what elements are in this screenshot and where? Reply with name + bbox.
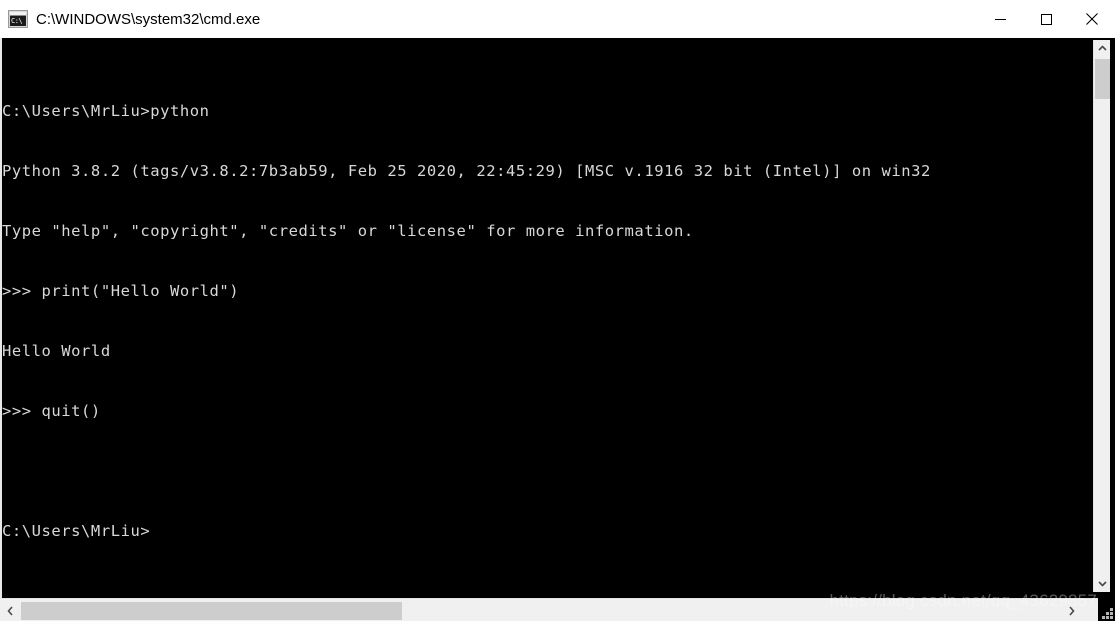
- console-line: >>> print("Hello World"): [2, 282, 240, 300]
- console-output-area[interactable]: C:\Users\MrLiu>python Python 3.8.2 (tags…: [2, 38, 1089, 595]
- console-line: Python 3.8.2 (tags/v3.8.2:7b3ab59, Feb 2…: [2, 162, 931, 180]
- cmd-icon-screen: C:\: [10, 16, 26, 26]
- horizontal-scrollbar-thumb[interactable]: [21, 602, 402, 620]
- close-icon: [1085, 12, 1099, 26]
- console-line: C:\Users\MrLiu>python: [2, 102, 210, 120]
- window-title: C:\WINDOWS\system32\cmd.exe: [36, 10, 261, 28]
- title-bar[interactable]: C:\ C:\WINDOWS\system32\cmd.exe: [0, 0, 1115, 39]
- minimize-button[interactable]: [977, 0, 1023, 38]
- maximize-icon: [1040, 13, 1053, 26]
- cmd-window: C:\ C:\WINDOWS\system32\cmd.exe C:\Users…: [0, 0, 1115, 621]
- horizontal-scrollbar[interactable]: [0, 598, 1098, 621]
- scroll-up-icon[interactable]: [1094, 40, 1110, 57]
- maximize-button[interactable]: [1023, 0, 1069, 38]
- resize-grip[interactable]: [1100, 606, 1113, 619]
- vertical-scrollbar-thumb[interactable]: [1095, 59, 1110, 99]
- close-button[interactable]: [1069, 0, 1115, 38]
- console-line: >>> quit(): [2, 402, 101, 420]
- cmd-console-icon: C:\: [8, 10, 28, 28]
- vertical-scrollbar[interactable]: [1093, 40, 1110, 592]
- scroll-left-icon[interactable]: [1, 601, 19, 620]
- scroll-right-icon[interactable]: [1062, 601, 1080, 620]
- console-line: Type "help", "copyright", "credits" or "…: [2, 222, 694, 240]
- console-text: C:\Users\MrLiu>python Python 3.8.2 (tags…: [2, 61, 1089, 581]
- console-line: C:\Users\MrLiu>: [2, 522, 151, 540]
- minimize-icon: [994, 13, 1007, 26]
- console-line: Hello World: [2, 342, 111, 360]
- title-bar-left: C:\ C:\WINDOWS\system32\cmd.exe: [8, 0, 260, 38]
- scroll-down-icon[interactable]: [1094, 575, 1110, 592]
- window-controls: [977, 0, 1115, 38]
